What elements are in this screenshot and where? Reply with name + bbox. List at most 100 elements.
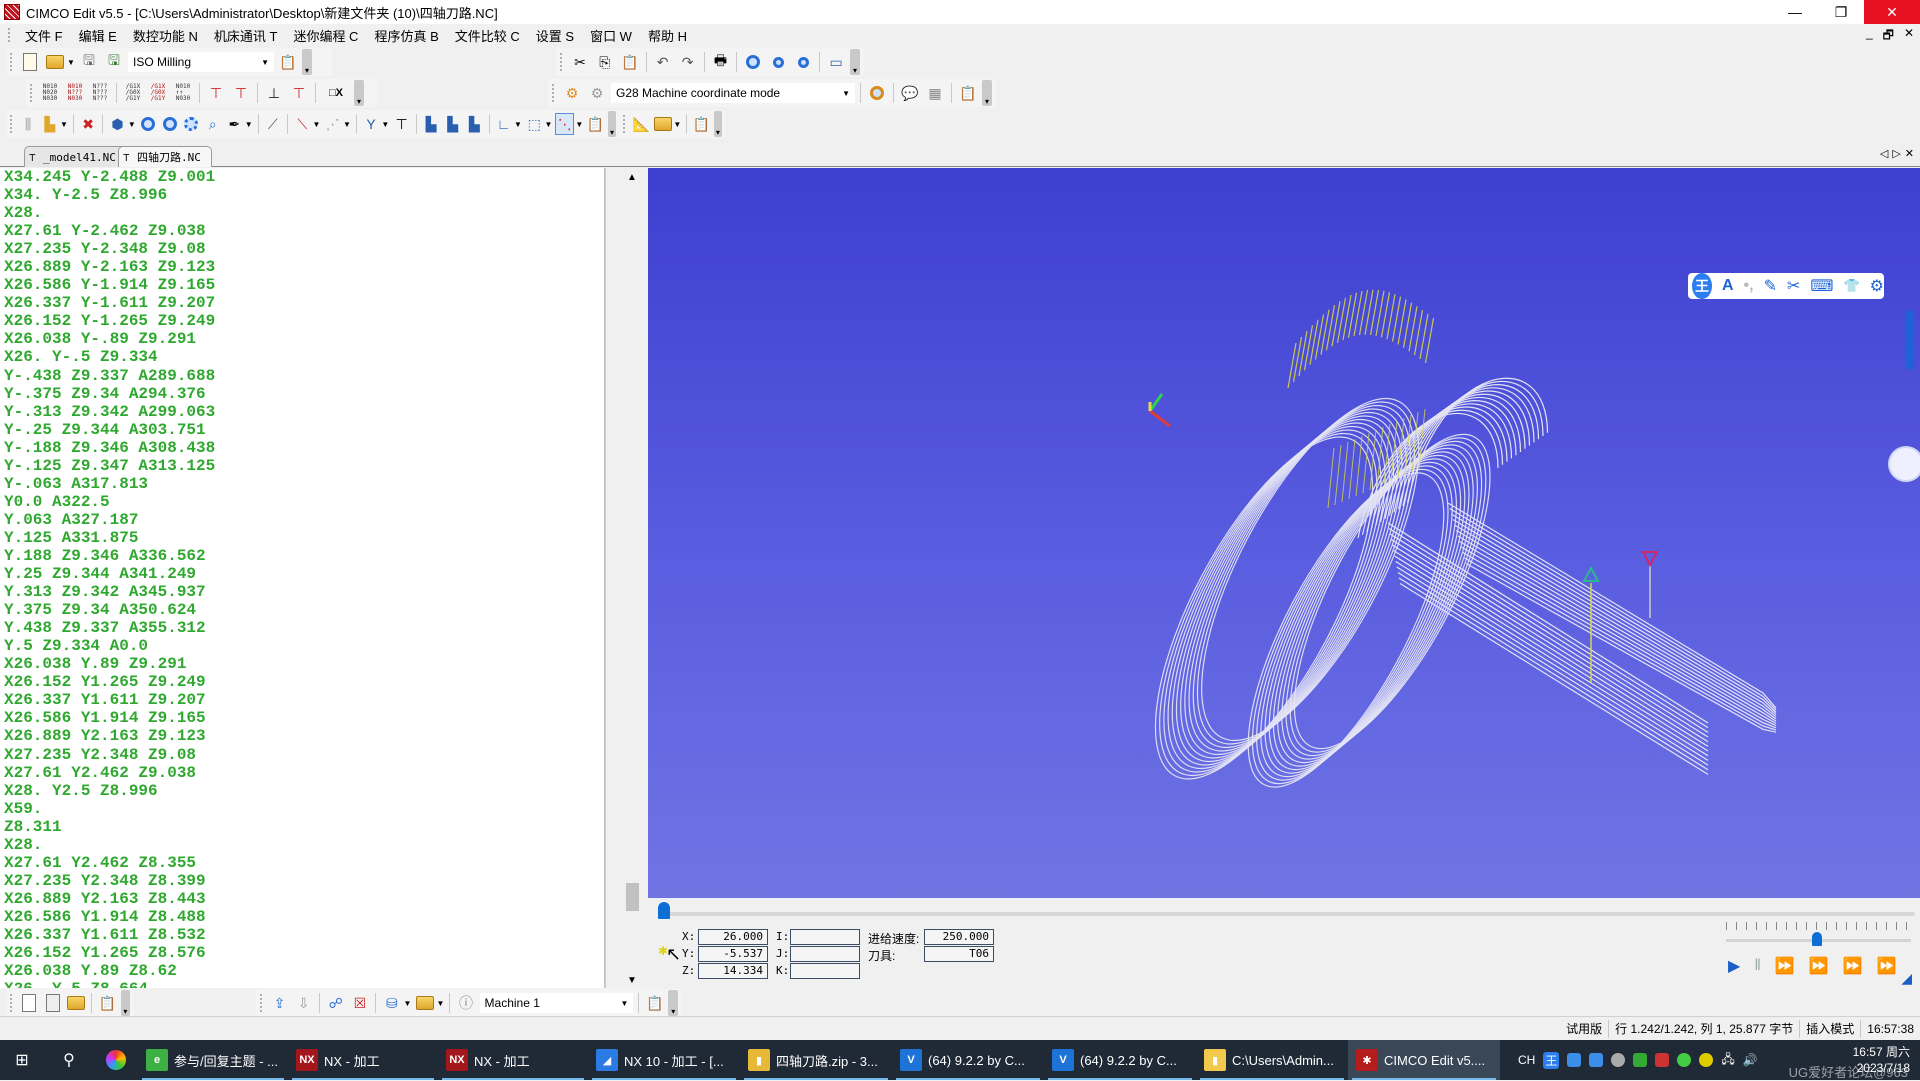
ime-tray-icon[interactable]: 王 <box>1543 1051 1560 1069</box>
simulation-settings-button[interactable]: ⚙ <box>586 82 608 104</box>
workpiece-button[interactable]: ⬚ <box>525 113 544 135</box>
code-line[interactable]: X26.586 Y1.914 Z9.165 <box>4 709 600 727</box>
step-next-tool-button[interactable]: ⏩ <box>1877 956 1897 976</box>
code-line[interactable]: Y.375 Z9.34 A350.624 <box>4 601 600 619</box>
code-line[interactable]: X26.038 Y.89 Z9.291 <box>4 655 600 673</box>
floating-assistant-button[interactable] <box>1888 446 1920 482</box>
renumber-button[interactable]: N010 N020 N030 <box>39 82 61 104</box>
code-line[interactable]: Y.25 Z9.344 A341.249 <box>4 565 600 583</box>
dropdown-icon[interactable]: ▼ <box>313 120 321 129</box>
undo-button[interactable]: ↶ <box>652 51 674 73</box>
code-line[interactable]: Y.438 Z9.337 A355.312 <box>4 619 600 637</box>
zoom-window-button[interactable] <box>182 113 201 135</box>
ime-punctuation-icon[interactable]: •, <box>1744 277 1754 295</box>
taskbar-app[interactable]: ◢ NX 10 - 加工 - [... <box>588 1040 740 1080</box>
properties-button[interactable]: 📋 <box>277 51 299 73</box>
code-line[interactable]: Y-.063 A317.813 <box>4 475 600 493</box>
taskbar-app[interactable]: NX NX - 加工 <box>438 1040 588 1080</box>
code-line[interactable]: X26.038 Y.89 Z8.62 <box>4 962 600 980</box>
menu-mini-programming[interactable]: 迷你编程 C <box>285 26 366 45</box>
code-line[interactable]: X28. Y2.5 Z8.996 <box>4 782 600 800</box>
code-line[interactable]: X27.235 Y-2.348 Z9.08 <box>4 240 600 258</box>
tray-app-icon[interactable] <box>1611 1053 1626 1067</box>
toolbar-grip[interactable] <box>30 84 33 102</box>
menu-nc-functions[interactable]: 数控功能 N <box>125 26 206 45</box>
code-line[interactable]: X26.889 Y2.163 Z9.123 <box>4 727 600 745</box>
tool-down-button[interactable]: ⊥ <box>263 82 285 104</box>
taskbar-app[interactable]: NX NX - 加工 <box>288 1040 438 1080</box>
open-file-button[interactable] <box>44 51 66 73</box>
dropdown-icon[interactable]: ▼ <box>245 120 253 129</box>
code-line[interactable]: X27.61 Y-2.462 Z9.038 <box>4 222 600 240</box>
paste-button[interactable]: 📋 <box>619 51 641 73</box>
unnumbered-button[interactable]: N??? N??? N??? <box>89 82 111 104</box>
code-line[interactable]: X26. Y.5 Z8.664 <box>4 980 600 988</box>
simulation-progress-track[interactable] <box>660 912 1915 916</box>
code-line[interactable]: Y.063 A327.187 <box>4 511 600 529</box>
mdi-minimize-button[interactable]: _ <box>1866 26 1873 47</box>
dropdown-icon[interactable]: ▼ <box>128 120 136 129</box>
remove-numbers-button[interactable]: N010 N??? N030 <box>64 82 86 104</box>
code-line[interactable]: X26.337 Y1.611 Z9.207 <box>4 691 600 709</box>
taskbar-app[interactable]: V (64) 9.2.2 by C... <box>1044 1040 1196 1080</box>
code-line[interactable]: X28. <box>4 836 600 854</box>
menu-simulation[interactable]: 程序仿真 B <box>366 26 446 45</box>
toolbar-grip[interactable] <box>10 53 13 71</box>
axes-button[interactable]: ∟ <box>494 113 513 135</box>
code-line[interactable]: Y-.438 Z9.337 A289.688 <box>4 367 600 385</box>
zoom-in-button[interactable] <box>139 113 158 135</box>
pause-button[interactable]: ‖ <box>1754 957 1761 975</box>
dropdown-icon[interactable]: ▼ <box>381 120 389 129</box>
menu-help[interactable]: 帮助 H <box>640 26 695 45</box>
ime-settings-icon[interactable]: ⚙ <box>1870 276 1884 296</box>
ime-keyboard-icon[interactable]: ⌨ <box>1810 276 1833 296</box>
branch-button[interactable]: Y <box>362 113 381 135</box>
mdi-restore-button[interactable]: 🗗 <box>1883 26 1894 47</box>
code-line[interactable]: Y-.25 Z9.344 A303.751 <box>4 421 600 439</box>
dropdown-icon[interactable]: ▼ <box>673 120 681 129</box>
open-model-button[interactable] <box>654 113 673 135</box>
tool-select-button[interactable]: ▙ <box>40 113 59 135</box>
solid-view-2-button[interactable]: ▙ <box>443 113 462 135</box>
tab-prev-button[interactable]: ◁ <box>1880 147 1888 160</box>
new-file-button[interactable] <box>19 51 41 73</box>
properties-button-4[interactable]: 📋 <box>692 113 711 135</box>
play-button[interactable]: ▶ <box>1728 956 1740 976</box>
print-button[interactable]: 🖶 <box>710 51 732 73</box>
properties-button-2[interactable]: 📋 <box>957 82 979 104</box>
step-next-point-button[interactable]: ⏩ <box>1775 956 1795 976</box>
taskbar-app[interactable]: ▮ 四轴刀路.zip - 3... <box>740 1040 892 1080</box>
toolbar-overflow[interactable]: ▾ <box>668 990 679 1016</box>
taskbar-app[interactable]: ▮ C:\Users\Admin... <box>1196 1040 1348 1080</box>
toolbar-grip[interactable] <box>623 115 626 133</box>
zoom-out-button[interactable] <box>160 113 179 135</box>
code-line[interactable]: X27.235 Y2.348 Z9.08 <box>4 746 600 764</box>
ime-pen-icon[interactable]: ✎ <box>1764 276 1777 296</box>
tray-app-icon[interactable] <box>1655 1053 1670 1067</box>
menu-machine-comm[interactable]: 机床通讯 T <box>206 26 286 45</box>
save-button[interactable]: 🖫 <box>78 51 100 73</box>
menu-grip[interactable] <box>8 28 11 42</box>
code-line[interactable]: Z8.311 <box>4 818 600 836</box>
dropdown-icon[interactable]: ▼ <box>544 120 552 129</box>
machine-info-button[interactable]: ⓘ <box>455 992 476 1014</box>
code-line[interactable]: X26.889 Y-2.163 Z9.123 <box>4 258 600 276</box>
scroll-thumb[interactable] <box>626 883 639 911</box>
scroll-down-icon[interactable]: ▼ <box>627 975 637 986</box>
layout-button[interactable]: ▦ <box>924 82 946 104</box>
taskbar-app[interactable]: V (64) 9.2.2 by C... <box>892 1040 1044 1080</box>
rapid-path-button[interactable]: ⋰ <box>323 113 342 135</box>
resize-corner-icon[interactable]: ◢ <box>1901 970 1912 987</box>
toolpath-points-button[interactable]: ⋱ <box>555 113 575 135</box>
view-cube-button[interactable]: ⬢ <box>108 113 127 135</box>
menu-file-compare[interactable]: 文件比较 C <box>447 26 528 45</box>
code-line[interactable]: X26.586 Y1.914 Z8.488 <box>4 908 600 926</box>
tool-rotate-button[interactable]: ⊤ <box>230 82 252 104</box>
search-button[interactable]: ⚲ <box>44 1040 94 1080</box>
machine-select[interactable]: Machine 1 ▼ <box>479 993 634 1013</box>
code-line[interactable]: X26. Y-.5 Z9.334 <box>4 348 600 366</box>
remove-block-skip-button[interactable]: /G1X/G0X/G1Y <box>147 82 169 104</box>
toolbar-overflow[interactable]: ▾ <box>354 80 364 106</box>
dnc-folder-button[interactable] <box>414 992 435 1014</box>
tool-holder-button[interactable]: ⫼ <box>19 113 38 135</box>
